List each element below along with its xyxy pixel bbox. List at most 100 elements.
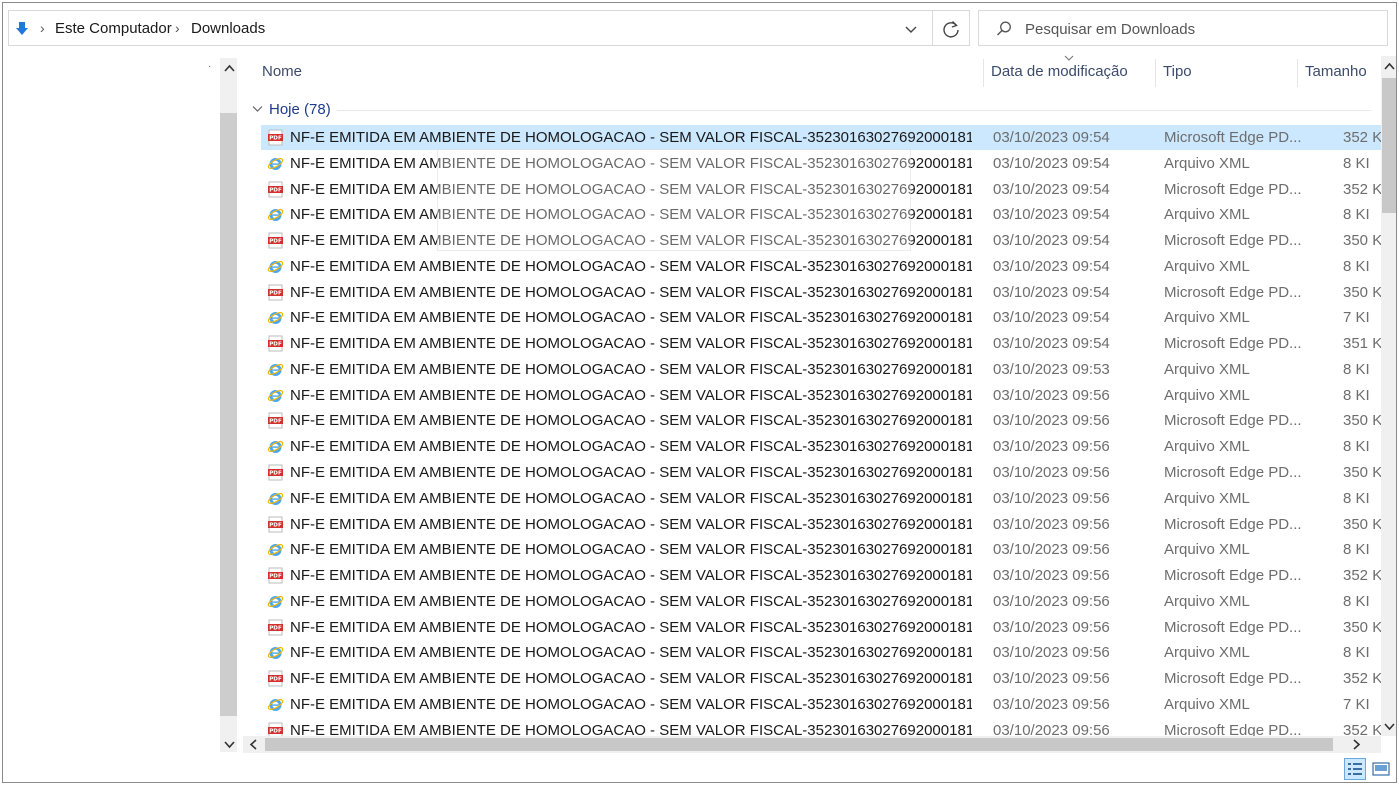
column-header-name[interactable]: Nome	[262, 63, 302, 80]
vertical-scrollbar-thumb[interactable]	[1382, 78, 1396, 213]
file-row[interactable]: NF-E EMITIDA EM AMBIENTE DE HOMOLOGACAO …	[261, 383, 1381, 408]
navigation-pane[interactable]: ·	[3, 53, 238, 753]
file-row[interactable]: PDF NF-E EMITIDA EM AMBIENTE DE HOMOLOGA…	[261, 666, 1381, 691]
svg-text:PDF: PDF	[269, 523, 282, 529]
column-header-date[interactable]: Data de modificação	[991, 63, 1128, 80]
scroll-down-icon[interactable]	[1381, 718, 1397, 735]
file-row[interactable]: PDF NF-E EMITIDA EM AMBIENTE DE HOMOLOGA…	[261, 280, 1381, 305]
file-name[interactable]: NF-E EMITIDA EM AMBIENTE DE HOMOLOGACAO …	[290, 670, 972, 687]
horizontal-scrollbar[interactable]	[243, 736, 1381, 753]
file-row[interactable]: NF-E EMITIDA EM AMBIENTE DE HOMOLOGACAO …	[261, 254, 1381, 279]
chevron-down-icon[interactable]	[899, 17, 923, 41]
file-name[interactable]: NF-E EMITIDA EM AMBIENTE DE HOMOLOGACAO …	[290, 593, 972, 610]
column-divider[interactable]	[1155, 59, 1156, 87]
file-row[interactable]: PDF NF-E EMITIDA EM AMBIENTE DE HOMOLOGA…	[261, 331, 1381, 356]
ie-xml-file-icon	[267, 364, 284, 376]
file-name[interactable]: NF-E EMITIDA EM AMBIENTE DE HOMOLOGACAO …	[290, 155, 972, 172]
ie-xml-file-icon	[267, 596, 284, 608]
scroll-right-icon[interactable]	[1348, 736, 1365, 753]
file-name[interactable]: NF-E EMITIDA EM AMBIENTE DE HOMOLOGACAO …	[290, 387, 972, 404]
breadcrumb-este-computador[interactable]: Este Computador	[55, 20, 172, 37]
file-date: 03/10/2023 09:54	[993, 206, 1110, 223]
nav-scroll-up-icon[interactable]	[221, 60, 238, 77]
file-row[interactable]: NF-E EMITIDA EM AMBIENTE DE HOMOLOGACAO …	[261, 202, 1381, 227]
scroll-up-icon[interactable]	[1381, 58, 1397, 75]
file-name[interactable]: NF-E EMITIDA EM AMBIENTE DE HOMOLOGACAO …	[290, 361, 972, 378]
nav-scroll-down-icon[interactable]	[221, 736, 238, 753]
file-row[interactable]: NF-E EMITIDA EM AMBIENTE DE HOMOLOGACAO …	[261, 486, 1381, 511]
refresh-icon[interactable]	[939, 17, 963, 41]
file-row[interactable]: PDF NF-E EMITIDA EM AMBIENTE DE HOMOLOGA…	[261, 615, 1381, 640]
file-size: 350 KI	[1343, 412, 1381, 429]
file-row[interactable]: NF-E EMITIDA EM AMBIENTE DE HOMOLOGACAO …	[261, 640, 1381, 665]
file-row[interactable]: NF-E EMITIDA EM AMBIENTE DE HOMOLOGACAO …	[261, 434, 1381, 459]
search-box[interactable]	[978, 10, 1388, 46]
column-header-size[interactable]: Tamanho	[1305, 63, 1367, 80]
search-input[interactable]	[1025, 19, 1365, 39]
file-type: Microsoft Edge PD...	[1164, 181, 1302, 198]
vertical-scrollbar[interactable]	[1381, 56, 1397, 736]
file-name[interactable]: NF-E EMITIDA EM AMBIENTE DE HOMOLOGACAO …	[290, 541, 972, 558]
file-row[interactable]: PDF NF-E EMITIDA EM AMBIENTE DE HOMOLOGA…	[261, 125, 1381, 150]
breadcrumb-separator-icon[interactable]: ›	[40, 20, 45, 36]
group-header-today[interactable]: Hoje (78)	[251, 99, 1371, 121]
file-size: 350 KI	[1343, 464, 1381, 481]
file-name[interactable]: NF-E EMITIDA EM AMBIENTE DE HOMOLOGACAO …	[290, 232, 972, 249]
file-row[interactable]: PDF NF-E EMITIDA EM AMBIENTE DE HOMOLOGA…	[261, 512, 1381, 537]
file-row[interactable]: PDF NF-E EMITIDA EM AMBIENTE DE HOMOLOGA…	[261, 718, 1381, 737]
large-icons-view-button[interactable]	[1370, 758, 1392, 780]
file-row[interactable]: PDF NF-E EMITIDA EM AMBIENTE DE HOMOLOGA…	[261, 460, 1381, 485]
scroll-left-icon[interactable]	[245, 736, 262, 753]
file-name[interactable]: NF-E EMITIDA EM AMBIENTE DE HOMOLOGACAO …	[290, 567, 972, 584]
address-bar[interactable]: › Este Computador › Downloads	[8, 10, 970, 46]
pdf-file-icon: PDF	[268, 335, 283, 352]
pdf-file-icon: PDF	[268, 464, 283, 481]
file-row[interactable]: PDF NF-E EMITIDA EM AMBIENTE DE HOMOLOGA…	[261, 177, 1381, 202]
file-name[interactable]: NF-E EMITIDA EM AMBIENTE DE HOMOLOGACAO …	[290, 516, 972, 533]
svg-text:PDF: PDF	[269, 471, 282, 477]
file-row[interactable]: NF-E EMITIDA EM AMBIENTE DE HOMOLOGACAO …	[261, 537, 1381, 562]
file-name[interactable]: NF-E EMITIDA EM AMBIENTE DE HOMOLOGACAO …	[290, 644, 972, 661]
file-date: 03/10/2023 09:54	[993, 232, 1110, 249]
horizontal-scrollbar-thumb[interactable]	[265, 738, 1333, 751]
file-row[interactable]: NF-E EMITIDA EM AMBIENTE DE HOMOLOGACAO …	[261, 357, 1381, 382]
pdf-file-icon: PDF	[268, 129, 283, 146]
chevron-down-icon[interactable]	[252, 105, 263, 113]
file-name[interactable]: NF-E EMITIDA EM AMBIENTE DE HOMOLOGACAO …	[290, 284, 972, 301]
file-name[interactable]: NF-E EMITIDA EM AMBIENTE DE HOMOLOGACAO …	[290, 206, 972, 223]
file-name[interactable]: NF-E EMITIDA EM AMBIENTE DE HOMOLOGACAO …	[290, 412, 972, 429]
file-name[interactable]: NF-E EMITIDA EM AMBIENTE DE HOMOLOGACAO …	[290, 696, 972, 713]
file-name[interactable]: NF-E EMITIDA EM AMBIENTE DE HOMOLOGACAO …	[290, 309, 972, 326]
file-name[interactable]: NF-E EMITIDA EM AMBIENTE DE HOMOLOGACAO …	[290, 335, 972, 352]
nav-scrollbar[interactable]	[220, 58, 237, 752]
file-name[interactable]: NF-E EMITIDA EM AMBIENTE DE HOMOLOGACAO …	[290, 722, 972, 737]
breadcrumb-separator-icon[interactable]: ›	[175, 20, 180, 36]
column-header-type[interactable]: Tipo	[1163, 63, 1192, 80]
file-row[interactable]: PDF NF-E EMITIDA EM AMBIENTE DE HOMOLOGA…	[261, 228, 1381, 253]
file-name[interactable]: NF-E EMITIDA EM AMBIENTE DE HOMOLOGACAO …	[290, 181, 972, 198]
file-name[interactable]: NF-E EMITIDA EM AMBIENTE DE HOMOLOGACAO …	[290, 619, 972, 636]
file-row[interactable]: NF-E EMITIDA EM AMBIENTE DE HOMOLOGACAO …	[261, 589, 1381, 614]
file-size: 352 KI	[1343, 567, 1381, 584]
file-date: 03/10/2023 09:56	[993, 722, 1110, 737]
details-view-button[interactable]	[1344, 758, 1366, 780]
file-type: Arquivo XML	[1164, 490, 1250, 507]
breadcrumb-downloads[interactable]: Downloads	[191, 20, 265, 37]
file-date: 03/10/2023 09:56	[993, 696, 1110, 713]
file-name[interactable]: NF-E EMITIDA EM AMBIENTE DE HOMOLOGACAO …	[290, 438, 972, 455]
column-divider[interactable]	[983, 59, 984, 87]
file-row[interactable]: PDF NF-E EMITIDA EM AMBIENTE DE HOMOLOGA…	[261, 563, 1381, 588]
nav-scrollbar-thumb[interactable]	[220, 113, 237, 716]
file-name[interactable]: NF-E EMITIDA EM AMBIENTE DE HOMOLOGACAO …	[290, 129, 972, 146]
file-name[interactable]: NF-E EMITIDA EM AMBIENTE DE HOMOLOGACAO …	[290, 258, 972, 275]
column-divider[interactable]	[1297, 59, 1298, 87]
file-list[interactable]: PDF NF-E EMITIDA EM AMBIENTE DE HOMOLOGA…	[261, 125, 1381, 737]
file-name[interactable]: NF-E EMITIDA EM AMBIENTE DE HOMOLOGACAO …	[290, 490, 972, 507]
file-row[interactable]: PDF NF-E EMITIDA EM AMBIENTE DE HOMOLOGA…	[261, 408, 1381, 433]
file-row[interactable]: NF-E EMITIDA EM AMBIENTE DE HOMOLOGACAO …	[261, 151, 1381, 176]
file-name[interactable]: NF-E EMITIDA EM AMBIENTE DE HOMOLOGACAO …	[290, 464, 972, 481]
file-size: 352 KI	[1343, 129, 1381, 146]
file-row[interactable]: NF-E EMITIDA EM AMBIENTE DE HOMOLOGACAO …	[261, 692, 1381, 717]
file-row[interactable]: NF-E EMITIDA EM AMBIENTE DE HOMOLOGACAO …	[261, 305, 1381, 330]
file-size: 8 KI	[1343, 206, 1370, 223]
